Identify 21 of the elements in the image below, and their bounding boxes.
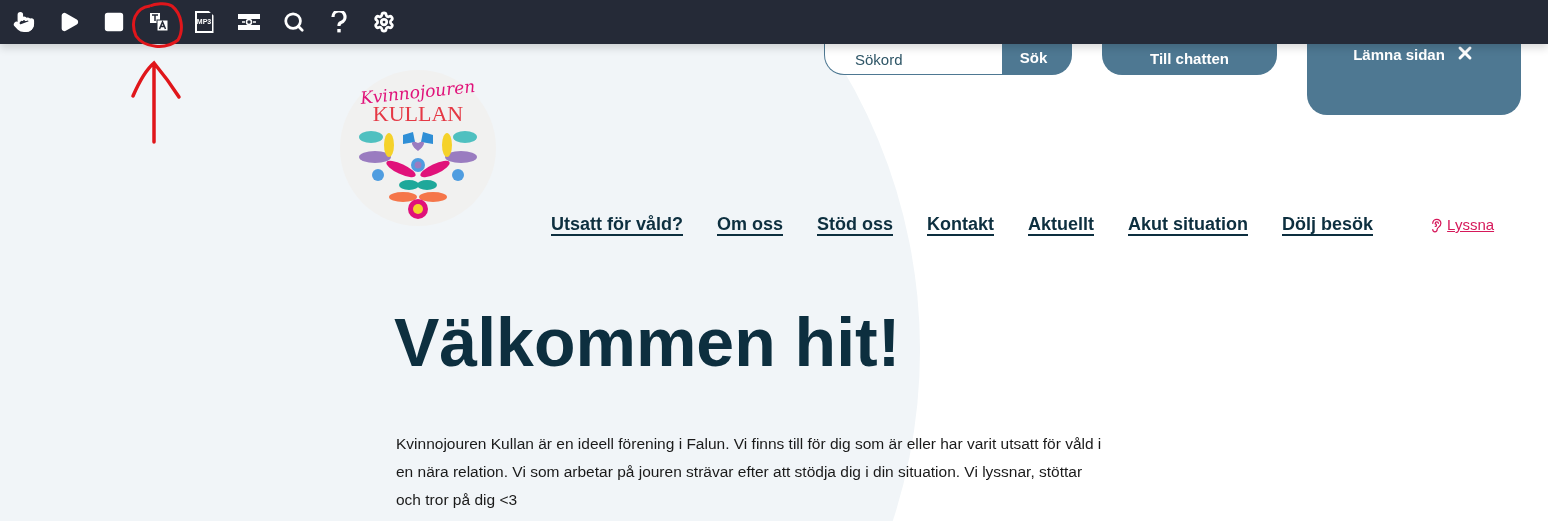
search-icon[interactable] [283,11,305,33]
reader-icon[interactable] [238,14,260,30]
page-heading: Välkommen hit! [394,303,901,382]
nav-link[interactable]: Stöd oss [817,214,894,236]
intro-paragraph: Kvinnojouren Kullan är en ideell förening i Falun. Vi finns till för dig som är eller har varit utsatt för våld i en nära relation. Vi som arbetar på jouren strävar efter att stödja dig i din situation. Vi lyssnar, stöttar och tror på dig <3 [396,434,1103,510]
search-field[interactable]: Sökord [824,44,1003,75]
nav-link[interactable]: Aktuellt [1028,214,1095,236]
nav-link[interactable]: Om oss [717,214,784,236]
chat-button[interactable]: Till chatten [1102,44,1277,75]
hand-pointer-icon[interactable] [13,11,35,33]
stop-icon[interactable] [103,11,125,33]
leave-page-button[interactable]: Lämna sidan [1307,44,1521,115]
nav-link[interactable]: Kontakt [927,214,995,236]
help-icon[interactable] [331,11,347,33]
nav-link[interactable]: Utsatt för våld? [551,214,683,236]
search-button[interactable]: Sök [1003,44,1072,75]
translate-icon[interactable] [149,12,169,32]
listen-link[interactable]: Lyssna [1429,213,1495,237]
nav-link[interactable]: Akut situation [1128,214,1249,236]
settings-icon[interactable] [373,11,395,33]
nav-link[interactable]: Dölj besök [1282,214,1374,236]
